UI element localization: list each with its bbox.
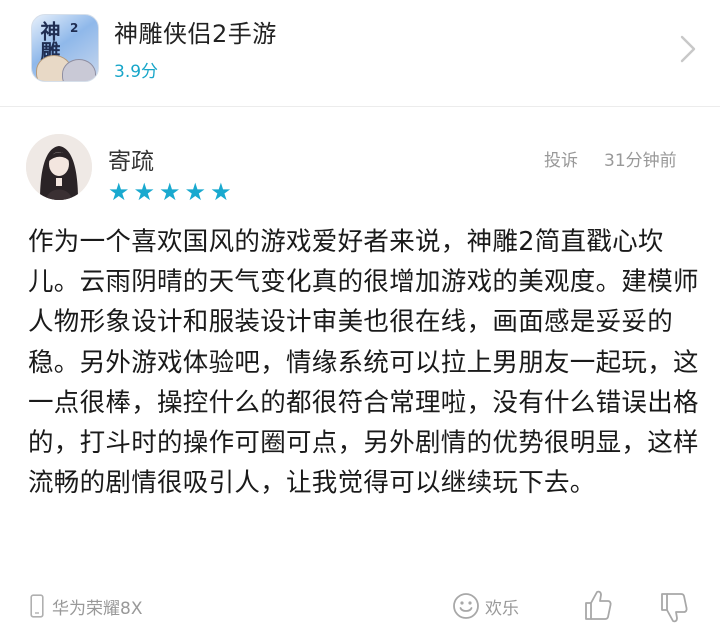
app-header[interactable]: 神雕 2 神雕侠侣2手游 3.9分 xyxy=(0,0,720,106)
app-icon[interactable]: 神雕 2 xyxy=(31,14,99,82)
divider xyxy=(0,106,720,107)
phone-icon xyxy=(30,594,44,618)
username[interactable]: 寄疏 xyxy=(108,142,154,176)
avatar-image xyxy=(26,134,92,200)
app-icon-character xyxy=(62,59,96,81)
thumb-down-icon[interactable] xyxy=(659,591,689,625)
review-text: 作为一个喜欢国风的游戏爱好者来说，神雕2简直戳心坎儿。云雨阴晴的天气变化真的很增… xyxy=(28,227,699,499)
reaction-label[interactable]: 欢乐 xyxy=(485,594,519,619)
app-icon-number: 2 xyxy=(70,21,79,35)
smile-icon[interactable] xyxy=(452,592,480,620)
thumb-up-icon[interactable] xyxy=(583,588,613,622)
avatar[interactable] xyxy=(26,134,92,200)
chevron-right-icon[interactable] xyxy=(678,34,698,64)
report-button[interactable]: 投诉 xyxy=(544,146,578,171)
timestamp: 31分钟前 xyxy=(604,151,677,171)
app-name[interactable]: 神雕侠侣2手游 xyxy=(114,14,277,49)
rating-stars: ★★★★★ xyxy=(108,178,236,206)
device-name: 华为荣耀8X xyxy=(52,599,143,619)
app-rating: 3.9分 xyxy=(114,62,159,82)
